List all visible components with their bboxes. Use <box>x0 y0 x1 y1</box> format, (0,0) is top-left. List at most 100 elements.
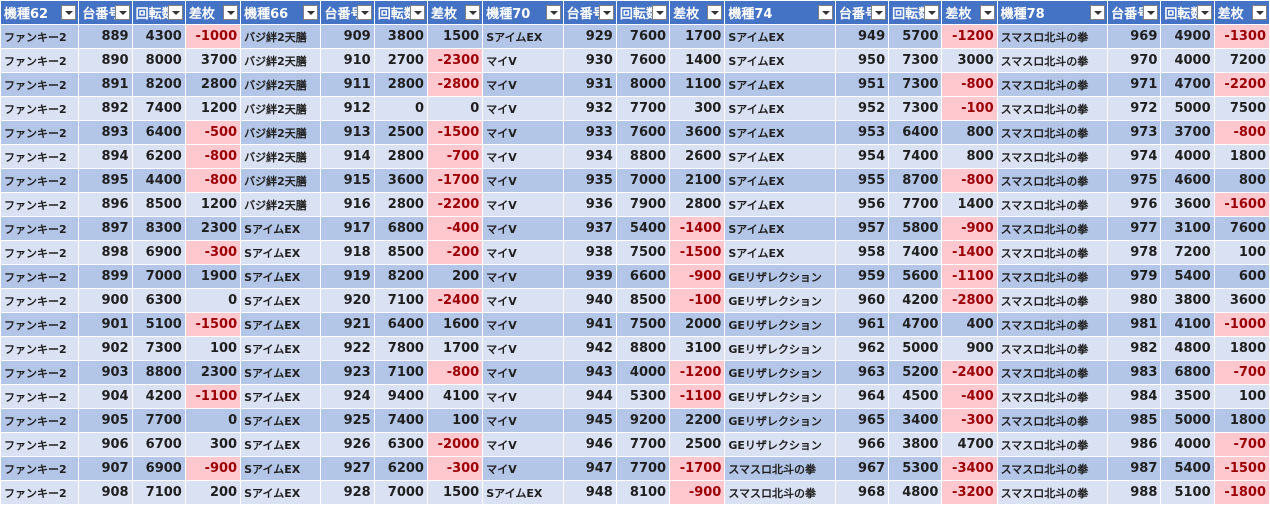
column-header[interactable]: 回転数 <box>888 0 943 25</box>
machine-name-cell[interactable]: マイV <box>482 48 564 73</box>
coin-diff-cell[interactable]: -900 <box>669 480 726 505</box>
machine-number-cell[interactable]: 965 <box>834 408 890 433</box>
machine-number-cell[interactable]: 936 <box>562 192 617 217</box>
filter-dropdown-icon[interactable] <box>1143 5 1159 20</box>
spin-count-cell[interactable]: 7100 <box>373 288 428 313</box>
coin-diff-cell[interactable]: 600 <box>1213 264 1270 289</box>
spin-count-cell[interactable]: 2800 <box>373 144 428 169</box>
coin-diff-cell[interactable]: -2400 <box>426 288 484 313</box>
machine-name-cell[interactable]: ファンキー2 <box>0 144 80 169</box>
spin-count-cell[interactable]: 4400 <box>131 168 186 193</box>
machine-name-cell[interactable]: ファンキー2 <box>0 48 80 73</box>
coin-diff-cell[interactable]: -1100 <box>941 264 998 289</box>
machine-number-cell[interactable]: 980 <box>1107 288 1162 313</box>
spin-count-cell[interactable]: 8100 <box>615 480 671 505</box>
spin-count-cell[interactable]: 7100 <box>373 360 428 385</box>
machine-name-cell[interactable]: ファンキー2 <box>0 432 80 457</box>
spin-count-cell[interactable]: 5600 <box>888 264 943 289</box>
spin-count-cell[interactable]: 8500 <box>615 288 671 313</box>
machine-name-cell[interactable]: スマスロ北斗の拳 <box>996 360 1109 385</box>
column-header[interactable]: 台番号 <box>1107 0 1162 25</box>
machine-name-cell[interactable]: スマスロ北斗の拳 <box>996 72 1109 97</box>
coin-diff-cell[interactable]: -900 <box>184 456 242 481</box>
spin-count-cell[interactable]: 8000 <box>615 72 671 97</box>
coin-diff-cell[interactable]: -800 <box>941 168 998 193</box>
machine-name-cell[interactable]: GEリザレクション <box>724 408 836 433</box>
coin-diff-cell[interactable]: 100 <box>1213 240 1270 265</box>
spin-count-cell[interactable]: 4100 <box>1160 312 1215 337</box>
machine-number-cell[interactable]: 970 <box>1107 48 1162 73</box>
spin-count-cell[interactable]: 7300 <box>888 72 943 97</box>
coin-diff-cell[interactable]: 800 <box>941 120 998 145</box>
machine-number-cell[interactable]: 944 <box>562 384 617 409</box>
spin-count-cell[interactable]: 8800 <box>615 336 671 361</box>
machine-name-cell[interactable]: マイV <box>482 384 564 409</box>
machine-number-cell[interactable]: 906 <box>78 432 133 457</box>
machine-name-cell[interactable]: マイV <box>482 312 564 337</box>
machine-name-cell[interactable]: GEリザレクション <box>724 384 836 409</box>
spin-count-cell[interactable]: 5800 <box>888 216 943 241</box>
coin-diff-cell[interactable]: 3600 <box>669 120 726 145</box>
machine-number-cell[interactable]: 896 <box>78 192 133 217</box>
column-header[interactable]: 機種74 <box>724 0 836 25</box>
spin-count-cell[interactable]: 7000 <box>615 168 671 193</box>
coin-diff-cell[interactable]: -2200 <box>426 192 484 217</box>
column-header[interactable]: 機種66 <box>240 0 322 25</box>
coin-diff-cell[interactable]: -1600 <box>1213 192 1270 217</box>
machine-name-cell[interactable]: マイV <box>482 144 564 169</box>
filter-dropdown-icon[interactable] <box>167 5 183 20</box>
coin-diff-cell[interactable]: 2300 <box>184 216 242 241</box>
coin-diff-cell[interactable]: 200 <box>184 480 242 505</box>
machine-number-cell[interactable]: 939 <box>562 264 617 289</box>
machine-name-cell[interactable]: マイV <box>482 360 564 385</box>
machine-number-cell[interactable]: 894 <box>78 144 133 169</box>
machine-name-cell[interactable]: マイV <box>482 120 564 145</box>
machine-number-cell[interactable]: 945 <box>562 408 617 433</box>
spin-count-cell[interactable]: 6400 <box>131 120 186 145</box>
machine-name-cell[interactable]: SアイムEX <box>240 240 322 265</box>
machine-number-cell[interactable]: 914 <box>320 144 375 169</box>
spin-count-cell[interactable]: 6400 <box>373 312 428 337</box>
machine-name-cell[interactable]: SアイムEX <box>240 336 322 361</box>
machine-name-cell[interactable]: マイV <box>482 336 564 361</box>
column-header[interactable]: 差枚 <box>1213 0 1270 25</box>
spin-count-cell[interactable]: 2800 <box>373 192 428 217</box>
coin-diff-cell[interactable]: 1800 <box>1213 408 1270 433</box>
coin-diff-cell[interactable]: -1800 <box>1213 480 1270 505</box>
spin-count-cell[interactable]: 7900 <box>615 192 671 217</box>
machine-number-cell[interactable]: 909 <box>320 24 375 49</box>
coin-diff-cell[interactable]: -1500 <box>669 240 726 265</box>
machine-name-cell[interactable]: SアイムEX <box>240 456 322 481</box>
spin-count-cell[interactable]: 3400 <box>888 408 943 433</box>
machine-number-cell[interactable]: 977 <box>1107 216 1162 241</box>
spin-count-cell[interactable]: 5100 <box>1160 480 1215 505</box>
machine-name-cell[interactable]: SアイムEX <box>724 48 836 73</box>
spin-count-cell[interactable]: 0 <box>373 96 428 121</box>
column-header[interactable]: 台番号 <box>78 0 133 25</box>
spin-count-cell[interactable]: 7700 <box>615 456 671 481</box>
coin-diff-cell[interactable]: -1200 <box>669 360 726 385</box>
coin-diff-cell[interactable]: -700 <box>1213 360 1270 385</box>
coin-diff-cell[interactable]: 2500 <box>669 432 726 457</box>
spin-count-cell[interactable]: 7100 <box>131 480 186 505</box>
coin-diff-cell[interactable]: 2200 <box>669 408 726 433</box>
spin-count-cell[interactable]: 8300 <box>131 216 186 241</box>
coin-diff-cell[interactable]: 1500 <box>426 24 484 49</box>
coin-diff-cell[interactable]: 1500 <box>426 480 484 505</box>
machine-name-cell[interactable]: スマスロ北斗の拳 <box>996 240 1109 265</box>
coin-diff-cell[interactable]: 300 <box>669 96 726 121</box>
machine-name-cell[interactable]: ファンキー2 <box>0 288 80 313</box>
coin-diff-cell[interactable]: 4700 <box>941 432 998 457</box>
machine-number-cell[interactable]: 949 <box>834 24 890 49</box>
machine-name-cell[interactable]: バジ絆2天膳 <box>240 24 322 49</box>
column-header[interactable]: 回転数 <box>1160 0 1215 25</box>
machine-name-cell[interactable]: スマスロ北斗の拳 <box>996 216 1109 241</box>
machine-name-cell[interactable]: SアイムEX <box>240 432 322 457</box>
coin-diff-cell[interactable]: -1000 <box>184 24 242 49</box>
spin-count-cell[interactable]: 7400 <box>888 240 943 265</box>
spin-count-cell[interactable]: 7000 <box>131 264 186 289</box>
machine-name-cell[interactable]: ファンキー2 <box>0 360 80 385</box>
spin-count-cell[interactable]: 4200 <box>131 384 186 409</box>
spin-count-cell[interactable]: 3800 <box>1160 288 1215 313</box>
machine-number-cell[interactable]: 938 <box>562 240 617 265</box>
